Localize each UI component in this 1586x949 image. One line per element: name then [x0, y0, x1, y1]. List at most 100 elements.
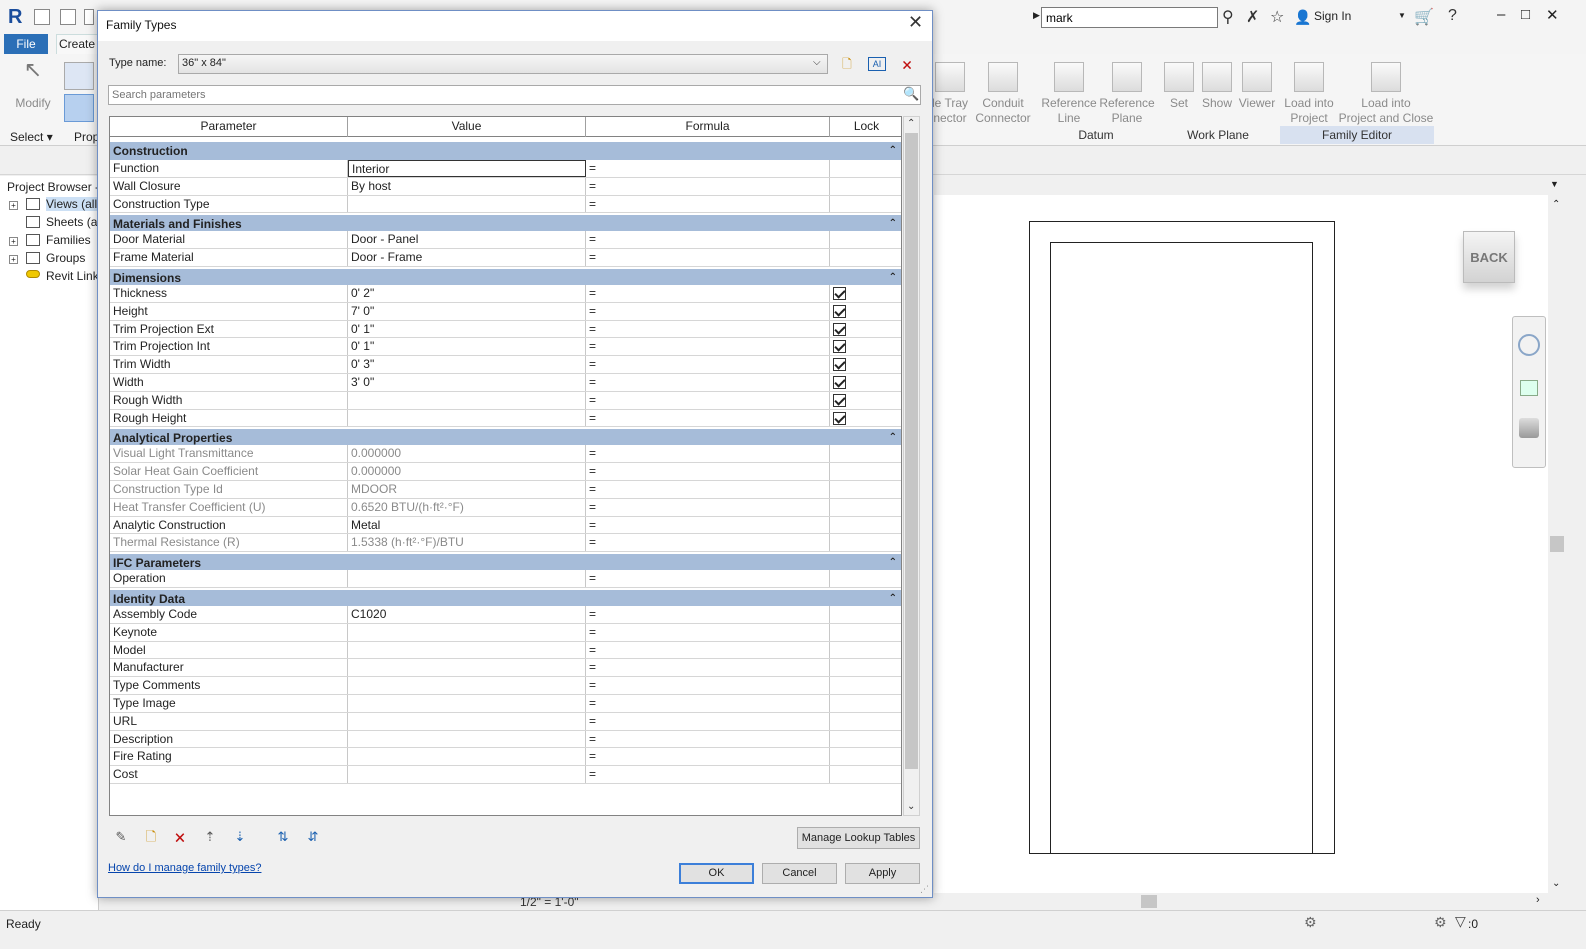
lock-checkbox[interactable] — [833, 375, 846, 389]
parameter-value-cell[interactable] — [348, 195, 586, 213]
group-header[interactable]: Dimensions ⌃ — [110, 266, 901, 285]
parameter-value-cell[interactable]: 0' 3" — [348, 356, 586, 373]
resize-grip-icon[interactable]: ⋰ — [920, 884, 929, 895]
parameter-formula-cell[interactable]: = — [586, 570, 830, 587]
zoom-icon[interactable] — [1520, 380, 1538, 396]
parameter-row[interactable]: Door Material Door - Panel = — [110, 231, 901, 250]
lock-cell[interactable] — [830, 570, 901, 587]
minimize-icon[interactable]: – — [1497, 6, 1505, 23]
parameter-formula-cell[interactable]: = — [586, 284, 830, 302]
lock-cell[interactable] — [830, 695, 901, 712]
parameter-row[interactable]: Thermal Resistance (R) 1.5338 (h·ft²·°F)/… — [110, 534, 901, 553]
parameter-value-cell[interactable]: Metal — [348, 516, 586, 534]
parameter-row[interactable]: Fire Rating = — [110, 748, 901, 767]
group-header[interactable]: Identity Data ⌃ — [110, 587, 901, 608]
lock-checkbox[interactable] — [833, 358, 846, 372]
vertical-scroll-thumb[interactable] — [1550, 536, 1564, 552]
cancel-button[interactable]: Cancel — [762, 863, 837, 884]
parameter-row[interactable]: Rough Height = — [110, 409, 901, 428]
parameter-row[interactable]: Cost = — [110, 766, 901, 784]
lock-cell[interactable] — [830, 534, 901, 551]
help-search-input[interactable] — [1041, 7, 1218, 28]
parameter-value-cell[interactable]: Door - Frame — [348, 249, 586, 266]
lock-cell[interactable] — [830, 748, 901, 765]
parameter-row[interactable]: Heat Transfer Coefficient (U) 0.6520 BTU/… — [110, 498, 901, 517]
help-link[interactable]: How do I manage family types? — [108, 862, 261, 874]
lock-cell[interactable] — [830, 463, 901, 480]
chevron-down-icon[interactable]: ⌵ — [813, 57, 821, 68]
lock-cell[interactable] — [830, 445, 901, 462]
parameter-formula-cell[interactable]: = — [586, 641, 830, 659]
collapse-chevron-icon[interactable]: ⌃ — [889, 590, 897, 608]
parameter-formula-cell[interactable]: = — [586, 677, 830, 694]
parameter-row[interactable]: Type Comments = — [110, 677, 901, 695]
new-type-icon[interactable]: 🗋 — [838, 55, 856, 73]
parameter-row[interactable]: Thickness 0' 2" = — [110, 284, 901, 303]
parameter-formula-cell[interactable]: = — [586, 516, 830, 534]
group-header[interactable]: Analytical Properties ⌃ — [110, 427, 901, 447]
lock-cell[interactable] — [830, 178, 901, 195]
parameter-row[interactable]: Keynote = — [110, 623, 901, 642]
lock-cell[interactable] — [830, 606, 901, 623]
column-header-parameter[interactable]: Parameter — [110, 117, 348, 137]
lock-cell[interactable] — [830, 249, 901, 266]
parameter-value-cell[interactable]: Interior — [348, 160, 586, 177]
collapse-chevron-icon[interactable]: ⌃ — [889, 215, 897, 233]
worksharing-icon[interactable]: ⚙ — [1304, 914, 1317, 931]
parameter-row[interactable]: Construction Type = — [110, 195, 901, 214]
parameter-formula-cell[interactable]: = — [586, 249, 830, 266]
parameter-formula-cell[interactable]: = — [586, 730, 830, 748]
close-icon[interactable]: ✕ — [1546, 6, 1559, 24]
parameter-value-cell[interactable] — [348, 748, 586, 766]
parameter-formula-cell[interactable]: = — [586, 463, 830, 480]
parameter-row[interactable]: Trim Projection Int 0' 1" = — [110, 338, 901, 357]
column-header-formula[interactable]: Formula — [586, 117, 830, 137]
expand-icon[interactable]: + — [9, 237, 18, 246]
tab-file[interactable]: File — [4, 34, 48, 54]
maximize-icon[interactable]: □ — [1521, 6, 1530, 23]
parameter-row[interactable]: Wall Closure By host = — [110, 177, 901, 196]
parameter-formula-cell[interactable]: = — [586, 694, 830, 712]
parameter-value-cell[interactable]: C1020 — [348, 605, 586, 623]
parameter-row[interactable]: Manufacturer = — [110, 659, 901, 678]
scroll-up-icon[interactable]: ⌃ — [1552, 199, 1560, 210]
modify-button[interactable]: ↖ Modify — [8, 59, 58, 111]
move-up-icon[interactable]: ⇡ — [201, 828, 219, 846]
parameter-row[interactable]: Function Interior = — [110, 160, 901, 178]
tree-item-views[interactable]: Views (all) — [46, 197, 102, 211]
parameter-formula-cell[interactable]: = — [586, 480, 830, 498]
parameter-value-cell[interactable] — [348, 623, 586, 641]
parameter-row[interactable]: Solar Heat Gain Coefficient 0.000000 = — [110, 463, 901, 481]
parameter-formula-cell[interactable]: = — [586, 534, 830, 552]
load-into-project-button[interactable]: Load into Project — [1280, 62, 1338, 126]
lock-cell[interactable] — [830, 624, 901, 641]
lock-checkbox[interactable] — [833, 304, 846, 318]
parameter-value-cell[interactable]: 0' 1" — [348, 338, 586, 356]
type-name-select[interactable]: 36" x 84" — [178, 54, 828, 74]
parameter-value-cell[interactable]: 0' 1" — [348, 320, 586, 338]
folder-icon[interactable] — [60, 9, 76, 25]
rename-type-icon[interactable]: AI — [868, 57, 886, 71]
reference-line-button[interactable]: Reference Line — [1040, 62, 1098, 126]
3d-view-icon[interactable] — [1519, 418, 1539, 438]
communication-icon[interactable]: ✗ — [1246, 7, 1259, 27]
delete-type-icon[interactable]: 🗙 — [898, 55, 916, 73]
parameter-formula-cell[interactable]: = — [586, 373, 830, 391]
load-into-project-close-button[interactable]: Load into Project and Close — [1336, 62, 1436, 126]
parameter-row[interactable]: Width 3' 0" = — [110, 373, 901, 392]
horizontal-scrollbar[interactable] — [934, 893, 1548, 910]
parameter-formula-cell[interactable]: = — [586, 338, 830, 356]
parameter-row[interactable]: Description = — [110, 730, 901, 749]
parameter-row[interactable]: Operation = — [110, 570, 901, 588]
parameter-formula-cell[interactable]: = — [586, 320, 830, 338]
collapse-chevron-icon[interactable]: ⌃ — [889, 429, 897, 447]
lock-checkbox[interactable] — [833, 340, 846, 354]
sort-ascending-icon[interactable]: ⇅ — [274, 828, 292, 846]
lock-cell[interactable] — [830, 642, 901, 659]
parameter-value-cell[interactable] — [348, 766, 586, 783]
parameter-formula-cell[interactable]: = — [586, 659, 830, 677]
column-header-value[interactable]: Value — [348, 117, 586, 137]
parameter-value-cell[interactable] — [348, 409, 586, 427]
parameter-row[interactable]: Model = — [110, 641, 901, 660]
parameter-formula-cell[interactable]: = — [586, 177, 830, 195]
